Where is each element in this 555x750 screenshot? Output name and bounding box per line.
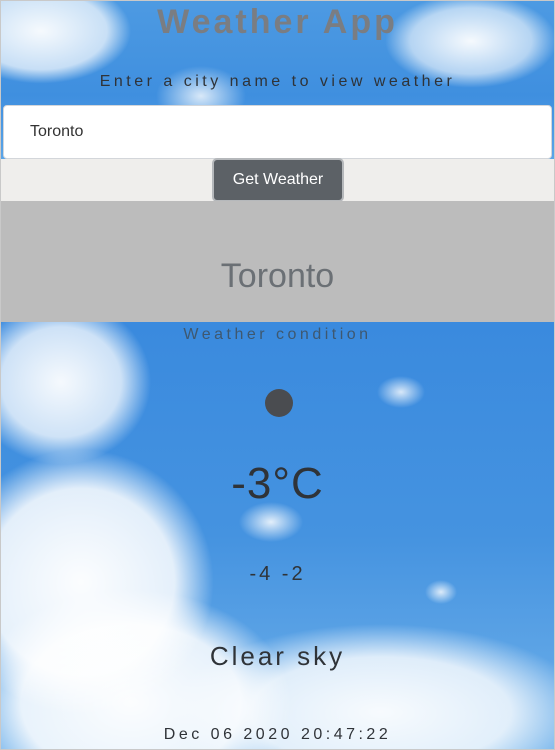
datetime: Dec 06 2020 20:47:22 [163,726,392,743]
weather-condition-label: Weather condition [183,326,372,343]
city-name: Toronto [220,257,335,295]
city-search-input[interactable] [3,105,552,159]
min-max-temperature: -4 -2 [249,563,306,585]
sky-background-bottom [1,322,554,749]
get-weather-button[interactable]: Get Weather [212,158,344,202]
temperature: -3°C [231,459,324,508]
weather-dot-icon [265,389,293,417]
weather-app: Weather App Enter a city name to view we… [0,0,555,750]
app-subtitle: Enter a city name to view weather [99,73,456,90]
app-title: Weather App [157,3,398,41]
weather-description: Clear sky [209,641,346,671]
